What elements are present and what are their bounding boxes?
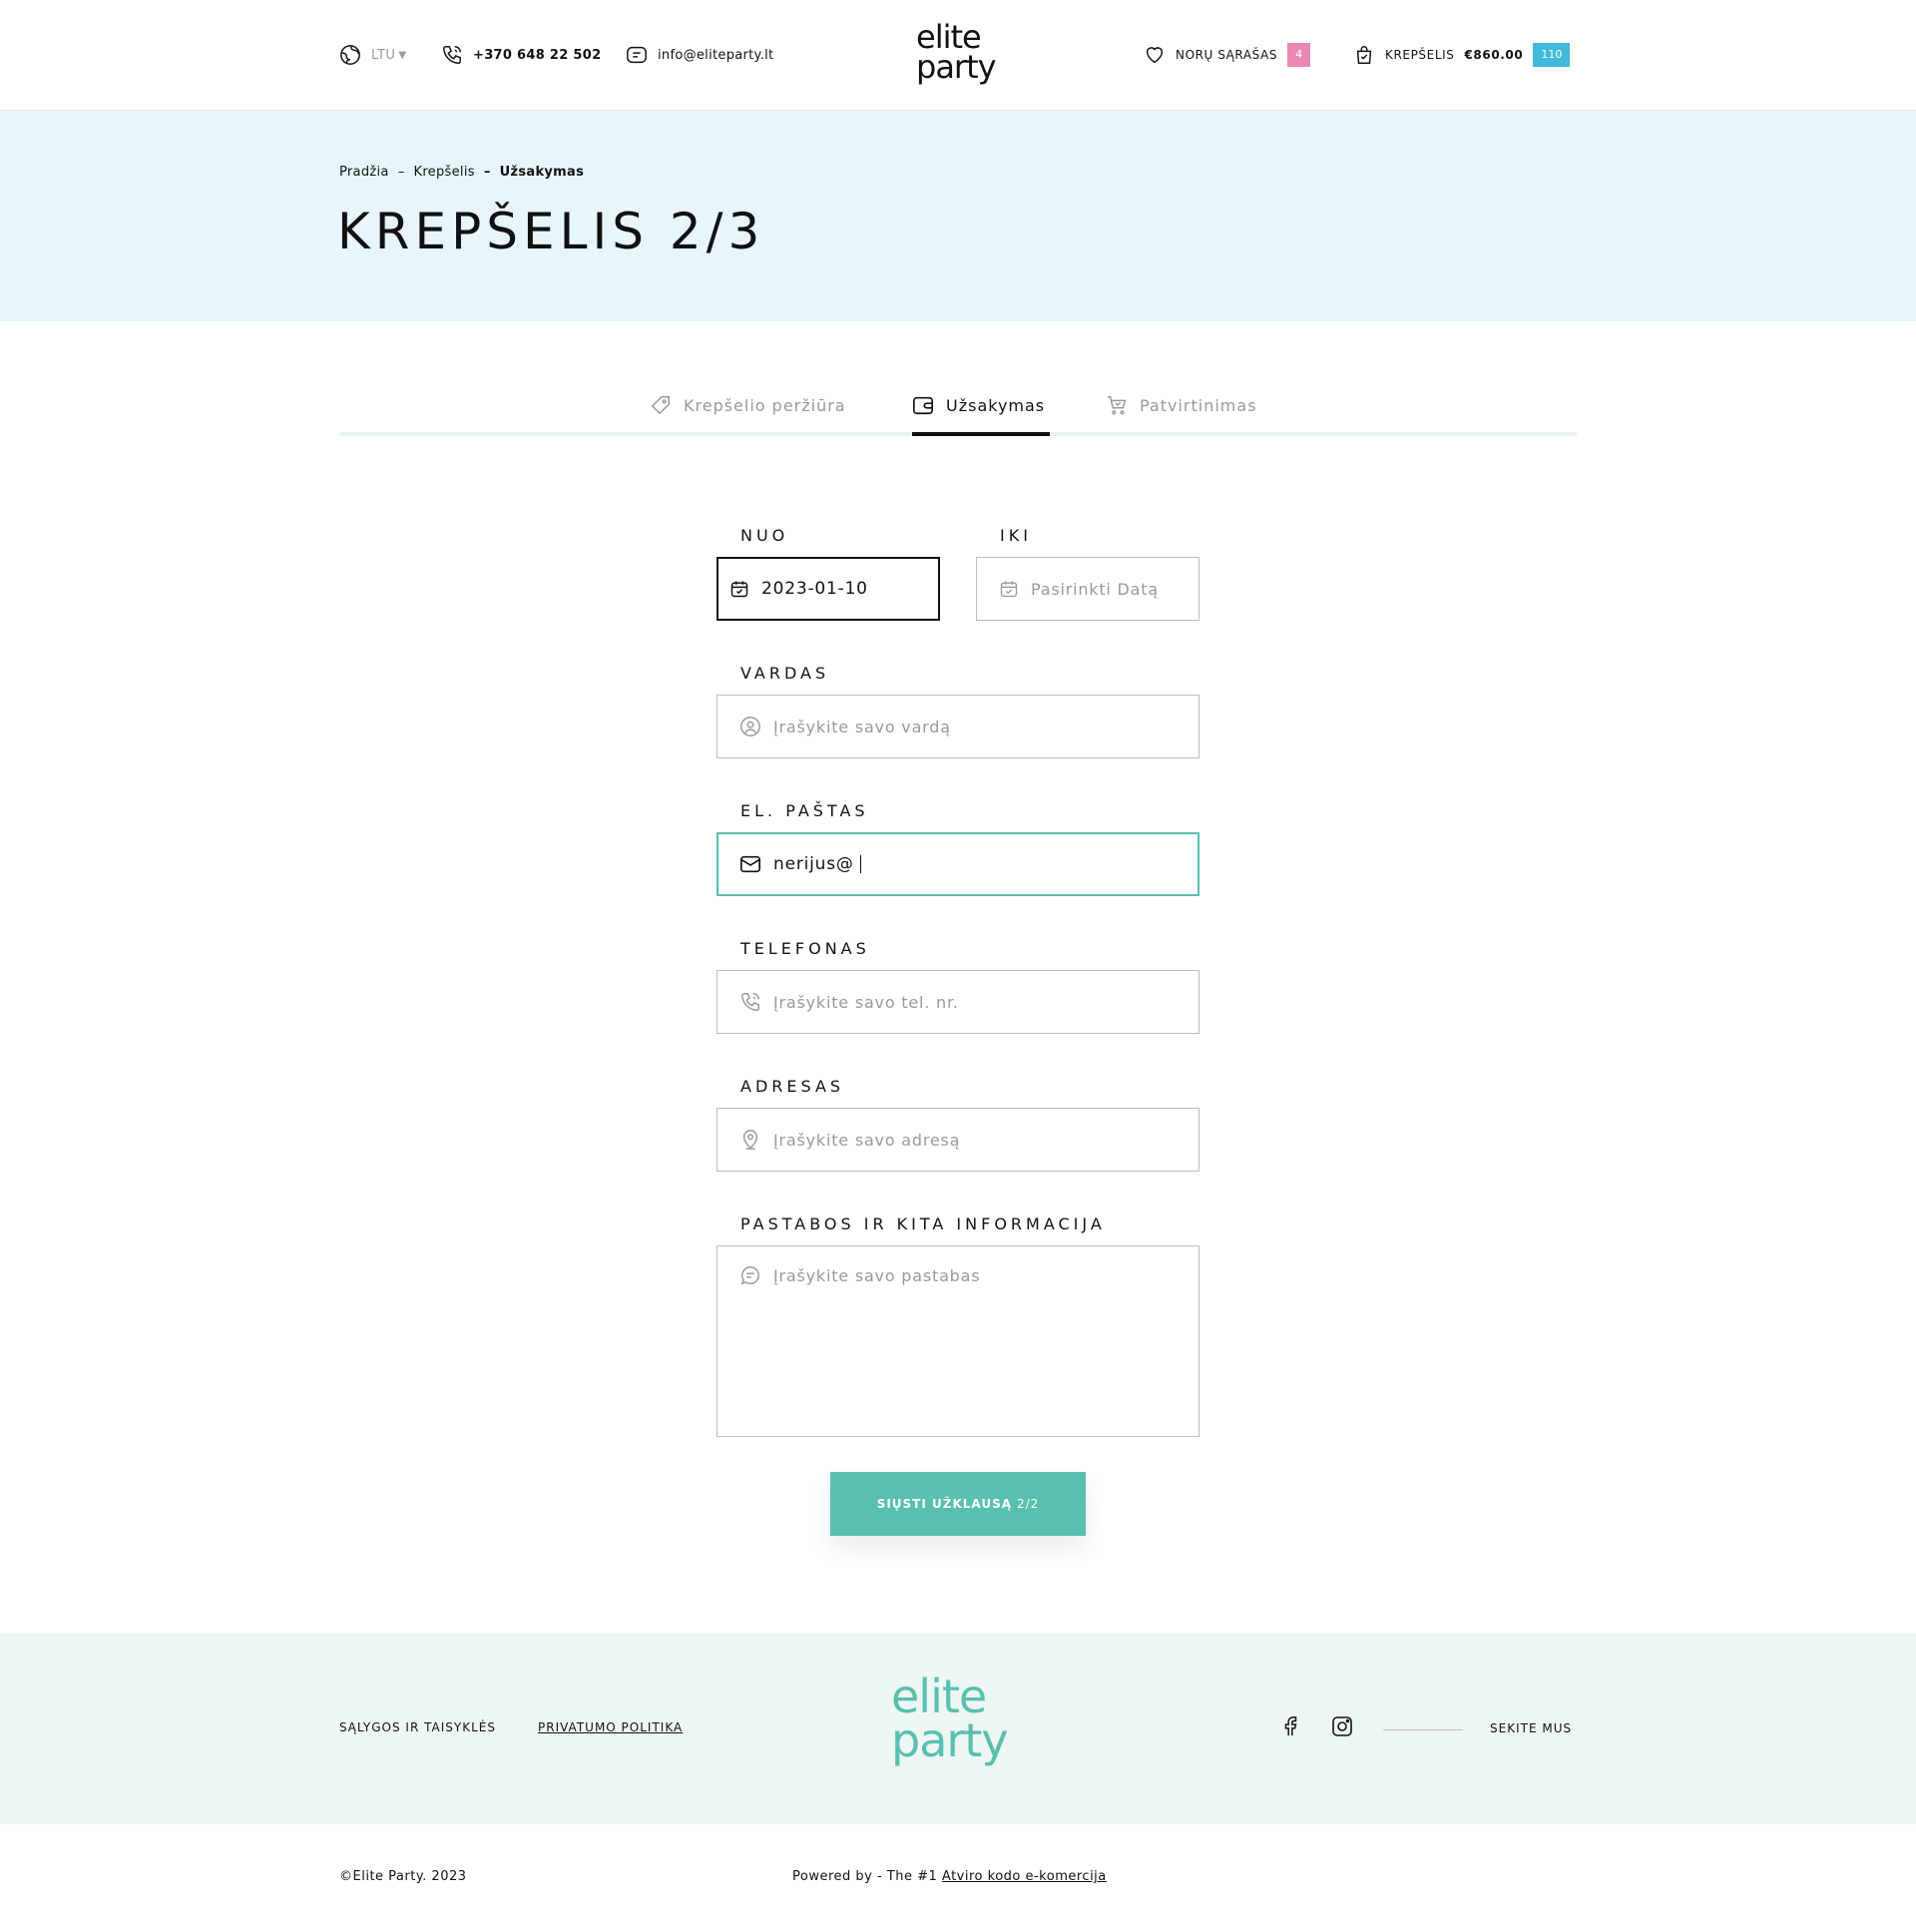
step-label: Užsakymas	[946, 395, 1046, 415]
calendar-icon	[1000, 581, 1018, 598]
address-label: ADRESAS	[740, 1077, 845, 1096]
chat-icon	[740, 1266, 759, 1285]
header-phone: +370 648 22 502	[473, 47, 602, 63]
breadcrumb-separator: –	[397, 165, 405, 180]
powered-by: Powered by - The #1 Atviro kodo e-komerc…	[792, 1869, 1107, 1884]
cart-link[interactable]: KREPŠELIS €860.00 110	[1353, 42, 1571, 68]
wishlist-link[interactable]: NORŲ SĄRAŠAS 4	[1144, 42, 1311, 68]
follow-divider	[1383, 1729, 1463, 1730]
currency-label: LTU	[371, 47, 396, 63]
address-field[interactable]: Įrašykite savo adresą	[717, 1108, 1199, 1172]
tab-cart-review[interactable]: Krepšelio peržiūra	[650, 394, 846, 416]
copyright: ©Elite Party. 2023	[339, 1869, 467, 1884]
follow-us-label: SEKITE MUS	[1490, 1721, 1573, 1735]
page-hero: Pradžia – Krepšelis – Užsakymas KREPŠELI…	[0, 111, 1916, 321]
to-date-label: IKI	[1000, 526, 1032, 545]
email-field[interactable]: nerijus@	[717, 832, 1199, 896]
notes-placeholder: Įrašykite savo pastabas	[773, 1265, 981, 1285]
cart-total: €860.00	[1464, 48, 1524, 62]
wishlist-label: NORŲ SĄRAŠAS	[1176, 48, 1278, 62]
phone-field[interactable]: Įrašykite savo tel. nr.	[717, 970, 1199, 1034]
breadcrumb-cart[interactable]: Krepšelis	[414, 165, 475, 180]
wallet-icon	[913, 396, 933, 415]
to-date-field[interactable]: Pasirinkti Datą	[976, 557, 1199, 621]
location-pin-icon	[742, 1130, 758, 1150]
footer-logo[interactable]: elite party	[891, 1673, 1026, 1782]
powered-prefix: Powered by - The #1	[792, 1869, 938, 1884]
submit-step: 2/2	[1017, 1497, 1040, 1511]
breadcrumb-separator: –	[483, 165, 491, 180]
email-value: nerijus@	[773, 854, 854, 874]
privacy-link[interactable]: PRIVATUMO POLITIKA	[538, 1720, 683, 1734]
header-email: info@eliteparty.lt	[658, 47, 774, 63]
logo-line-2: party	[891, 1713, 1009, 1767]
step-label: Krepšelio peržiūra	[684, 395, 846, 415]
notes-row: Įrašykite savo pastabas	[739, 1264, 980, 1286]
breadcrumb-home[interactable]: Pradžia	[339, 165, 389, 180]
user-icon	[740, 717, 760, 736]
site-footer: SĄLYGOS IR TAISYKLĖS PRIVATUMO POLITIKA …	[0, 1633, 1916, 1824]
site-header: LTU ▼ +370 648 22 502 info@eliteparty.lt…	[0, 0, 1916, 111]
checkout-steps: Krepšelio peržiūra Užsakymas Patvirtinim…	[339, 384, 1577, 436]
breadcrumb-current: Užsakymas	[499, 165, 585, 180]
shopping-bag-icon	[1356, 46, 1372, 64]
powered-link[interactable]: Atviro kodo e-komercija	[942, 1869, 1107, 1884]
header-email-link[interactable]: info@eliteparty.lt	[626, 42, 773, 68]
wishlist-count-badge: 4	[1287, 43, 1311, 67]
active-step-indicator	[912, 432, 1050, 436]
phone-placeholder: Įrašykite savo tel. nr.	[773, 992, 959, 1012]
chevron-down-icon: ▼	[398, 49, 407, 61]
to-date-placeholder: Pasirinkti Datą	[1031, 579, 1159, 599]
instagram-icon[interactable]	[1330, 1714, 1354, 1738]
notes-textarea[interactable]: Įrašykite savo pastabas	[717, 1245, 1199, 1437]
site-logo[interactable]: elite party	[916, 20, 1000, 92]
header-phone-link[interactable]: +370 648 22 502	[441, 42, 601, 68]
tag-icon	[651, 396, 670, 415]
from-date-label: NUO	[740, 526, 789, 545]
name-placeholder: Įrašykite savo vardą	[773, 717, 951, 736]
cart-count-badge: 110	[1533, 43, 1571, 67]
notes-label: PASTABOS IR KITA INFORMACIJA	[740, 1214, 1106, 1233]
name-label: VARDAS	[740, 664, 830, 683]
tab-order[interactable]: Užsakymas	[912, 394, 1045, 416]
submit-request-button[interactable]: SIŲSTI UŽKLAUSĄ 2/2	[830, 1472, 1086, 1536]
tab-confirmation[interactable]: Patvirtinimas	[1106, 394, 1257, 416]
address-placeholder: Įrašykite savo adresą	[773, 1130, 961, 1150]
heart-icon	[1146, 47, 1164, 64]
page-title: KREPŠELIS 2/3	[337, 203, 765, 260]
cart-label: KREPŠELIS	[1385, 48, 1455, 62]
calendar-icon	[730, 581, 748, 598]
from-date-value: 2023-01-10	[761, 579, 868, 599]
cart-check-icon	[1107, 396, 1127, 415]
email-label: EL. PAŠTAS	[740, 801, 869, 820]
from-date-field[interactable]: 2023-01-10	[717, 557, 940, 621]
phone-icon	[741, 993, 759, 1011]
terms-link[interactable]: SĄLYGOS IR TAISYKLĖS	[339, 1720, 496, 1734]
currency-selector[interactable]: LTU ▼	[339, 42, 406, 68]
text-cursor	[859, 855, 861, 873]
submit-label: SIŲSTI UŽKLAUSĄ	[876, 1497, 1012, 1511]
globe-icon	[340, 45, 360, 65]
step-label: Patvirtinimas	[1140, 395, 1257, 415]
facebook-icon[interactable]	[1279, 1714, 1301, 1738]
name-field[interactable]: Įrašykite savo vardą	[717, 695, 1199, 758]
logo-line-2: party	[916, 48, 997, 86]
mail-icon	[627, 46, 647, 64]
phone-icon	[443, 46, 461, 64]
breadcrumb: Pradžia – Krepšelis – Užsakymas	[339, 165, 584, 180]
phone-label: TELEFONAS	[740, 939, 870, 958]
mail-icon	[740, 855, 760, 873]
